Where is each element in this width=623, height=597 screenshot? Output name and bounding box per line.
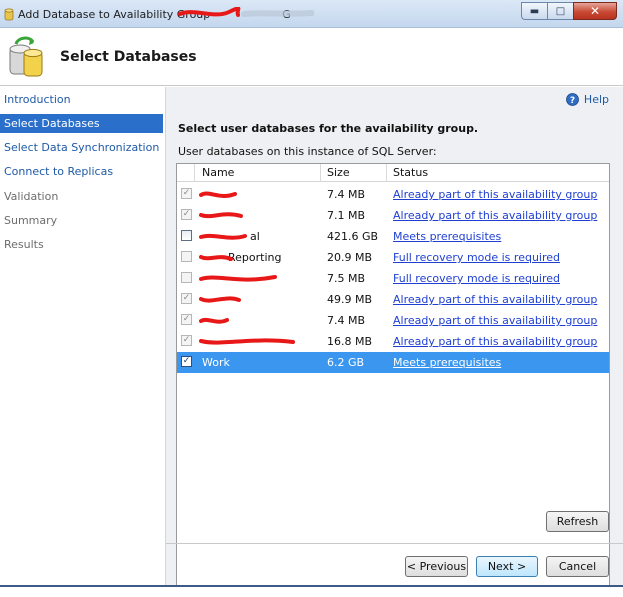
row-checkbox: ✓: [181, 209, 192, 220]
nav-item-connect-to-replicas[interactable]: Connect to Replicas: [0, 162, 163, 181]
redaction-mark: [199, 275, 277, 282]
footer-divider: [166, 543, 623, 544]
redaction-mark: [199, 212, 243, 219]
database-size: 16.8 MB: [327, 335, 373, 348]
column-header-checkbox[interactable]: [177, 164, 195, 182]
help-link[interactable]: ? Help: [566, 93, 609, 106]
table-row[interactable]: al 421.6 GB Meets prerequisites: [177, 226, 609, 247]
column-header-size[interactable]: Size: [321, 164, 387, 182]
minimize-button[interactable]: ▬: [521, 2, 547, 20]
refresh-button[interactable]: Refresh: [546, 511, 609, 532]
database-status-link[interactable]: Already part of this availability group: [393, 205, 607, 226]
cancel-button[interactable]: Cancel: [546, 556, 609, 577]
maximize-button[interactable]: □: [547, 2, 573, 20]
nav-item-select-data-synchronization[interactable]: Select Data Synchronization: [0, 138, 163, 157]
database-size: 6.2 GB: [327, 356, 365, 369]
window-controls: ▬ □ ✕: [521, 2, 617, 20]
table-row[interactable]: ✓ 16.8 MB Already part of this availabil…: [177, 331, 609, 352]
nav-item-select-databases[interactable]: Select Databases: [0, 114, 163, 133]
database-status-link[interactable]: Already part of this availability group: [393, 289, 607, 310]
nav-item-results: Results: [4, 238, 44, 251]
row-checkbox: ✓: [181, 314, 192, 325]
redaction-mark: [199, 191, 237, 198]
redaction-mark: [199, 255, 233, 261]
row-checkbox: ✓: [181, 188, 192, 199]
minimize-icon: ▬: [529, 5, 540, 17]
database-status-link[interactable]: Full recovery mode is required: [393, 247, 607, 268]
nav-item-summary: Summary: [4, 214, 58, 227]
database-size: 7.4 MB: [327, 314, 366, 327]
table-row[interactable]: Reporting 20.9 MB Full recovery mode is …: [177, 247, 609, 268]
page-title: Select Databases: [60, 49, 197, 65]
nav-item-introduction[interactable]: Introduction: [0, 90, 163, 109]
next-button[interactable]: Next >: [476, 556, 538, 577]
maximize-icon: □: [555, 5, 566, 17]
table-row[interactable]: ✓ 49.9 MB Already part of this availabil…: [177, 289, 609, 310]
database-size: 7.1 MB: [327, 209, 366, 222]
table-row[interactable]: ✓ 7.1 MB Already part of this availabili…: [177, 205, 609, 226]
database-name: Work: [202, 356, 230, 369]
databases-grid[interactable]: Name Size Status ✓ 7.4 MB Already part o…: [176, 163, 610, 589]
wizard-content: ? Help Select user databases for the ava…: [165, 87, 623, 589]
wizard-header: Select Databases: [0, 28, 623, 86]
instructions-text: Select user databases for the availabili…: [178, 122, 479, 135]
previous-button[interactable]: < Previous: [405, 556, 468, 577]
redaction-mark: [199, 296, 241, 303]
database-size: 7.4 MB: [327, 188, 366, 201]
database-size: 7.5 MB: [327, 272, 366, 285]
redaction-mark: [199, 338, 295, 345]
database-size: 421.6 GB: [327, 230, 379, 243]
window-bottom-border: [0, 585, 623, 597]
table-row[interactable]: 7.5 MB Full recovery mode is required: [177, 268, 609, 289]
databases-list-label: User databases on this instance of SQL S…: [178, 145, 437, 158]
close-button[interactable]: ✕: [573, 2, 617, 20]
title-bar: Add Database to Availability Group - G ▬…: [0, 0, 623, 28]
database-status-link[interactable]: Meets prerequisites: [393, 352, 607, 373]
row-checkbox[interactable]: ✓: [181, 356, 192, 367]
row-checkbox: [181, 251, 192, 262]
database-size: 20.9 MB: [327, 251, 373, 264]
database-icon: [9, 36, 43, 77]
close-icon: ✕: [589, 4, 601, 18]
grid-header: Name Size Status: [177, 164, 609, 182]
row-checkbox: ✓: [181, 293, 192, 304]
redaction-mark: [178, 7, 314, 17]
wizard-navigation: Introduction Select Databases Select Dat…: [0, 87, 164, 585]
database-status-link[interactable]: Already part of this availability group: [393, 310, 607, 331]
help-icon: ?: [566, 93, 579, 106]
svg-text:?: ?: [570, 96, 575, 106]
table-row-selected[interactable]: ✓ Work 6.2 GB Meets prerequisites: [177, 352, 609, 373]
database-status-link[interactable]: Already part of this availability group: [393, 184, 607, 205]
app-icon: [4, 8, 14, 21]
row-checkbox: ✓: [181, 335, 192, 346]
table-row[interactable]: ✓ 7.4 MB Already part of this availabili…: [177, 184, 609, 205]
help-label: Help: [583, 93, 609, 106]
redaction-mark: [199, 317, 229, 324]
database-size: 49.9 MB: [327, 293, 373, 306]
row-checkbox: [181, 272, 192, 283]
row-checkbox[interactable]: [181, 230, 192, 241]
column-header-status[interactable]: Status: [387, 164, 609, 182]
database-status-link[interactable]: Meets prerequisites: [393, 226, 607, 247]
column-header-name[interactable]: Name: [195, 164, 321, 182]
table-row[interactable]: ✓ 7.4 MB Already part of this availabili…: [177, 310, 609, 331]
nav-item-validation: Validation: [4, 190, 59, 203]
redaction-mark: [199, 233, 247, 240]
database-status-link[interactable]: Full recovery mode is required: [393, 268, 607, 289]
database-status-link[interactable]: Already part of this availability group: [393, 331, 607, 352]
